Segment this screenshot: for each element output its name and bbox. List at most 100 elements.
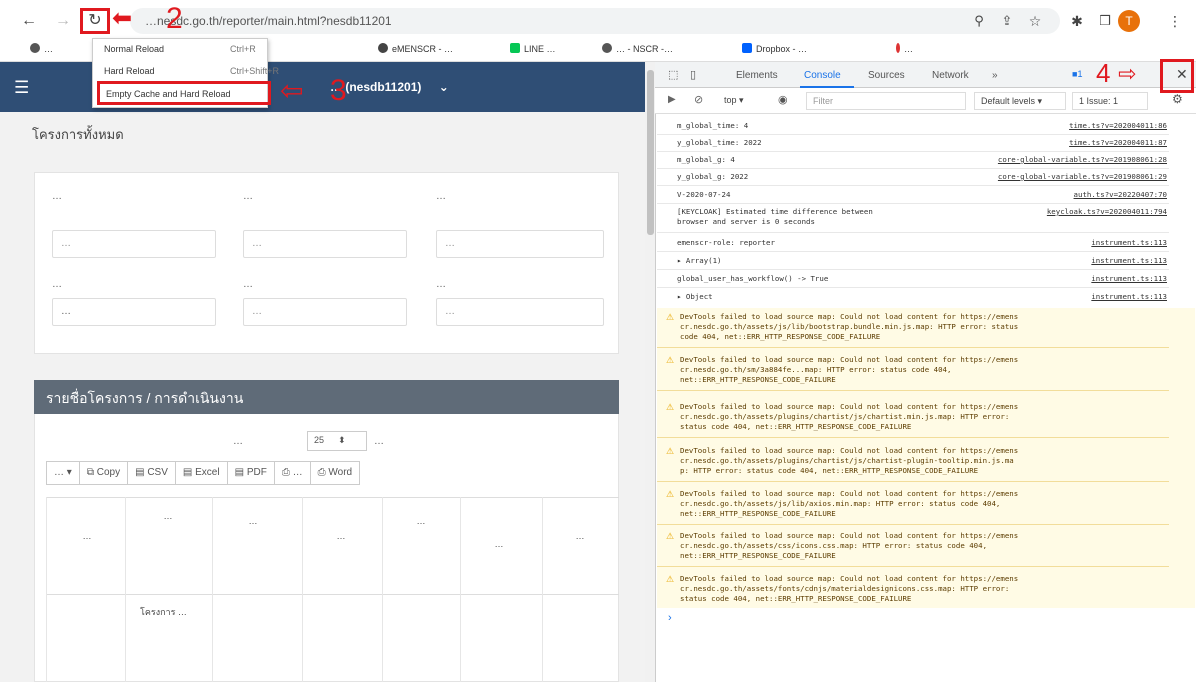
share-icon[interactable]: ⇪ <box>996 10 1018 32</box>
annotation-number-4: 4 <box>1096 58 1111 88</box>
bookmark-label: … - NSCR -… <box>616 44 673 54</box>
column-header[interactable]: … <box>130 510 206 522</box>
csv-label: CSV <box>147 467 168 478</box>
back-arrow-icon[interactable]: ← <box>18 10 40 32</box>
context-selector[interactable]: top ▾ <box>724 95 744 106</box>
issues-badge[interactable]: ■1 <box>1072 69 1082 79</box>
log-divider <box>657 269 1169 270</box>
page-length-select[interactable]: 25 ⬍ <box>307 431 367 451</box>
console-source-link[interactable]: auth.ts?v=20220407:70 <box>992 190 1167 199</box>
column-visibility-button[interactable]: … ▾ <box>46 461 80 485</box>
pdf-label: PDF <box>246 467 267 478</box>
menu-item-hard-reload[interactable]: Hard Reload <box>104 66 155 76</box>
log-divider <box>657 437 1169 438</box>
bookmark-item[interactable]: … <box>896 43 913 54</box>
forward-arrow-icon[interactable]: → <box>52 10 74 32</box>
warning-icon: ⚠ <box>666 489 675 499</box>
hamburger-menu-icon[interactable]: ☰ <box>14 78 29 98</box>
pdf-button[interactable]: ▤ PDF <box>226 461 275 485</box>
console-source-link[interactable]: instrument.ts:113 <box>992 292 1167 301</box>
print-button[interactable]: ⎙ … <box>273 461 311 485</box>
filter-input[interactable]: … <box>243 298 407 326</box>
column-header[interactable]: … <box>545 530 615 542</box>
annotation-arrow-left: ⇦ <box>280 75 304 106</box>
filter-input[interactable]: … <box>436 230 604 258</box>
export-button-group: … ▾ ⧉ Copy ▤ CSV ▤ Excel ▤ PDF ⎙ … ⎙ Wor… <box>46 461 361 485</box>
bookmark-item[interactable]: Dropbox - … <box>742 43 807 54</box>
log-divider <box>657 390 1169 391</box>
menu-item-normal-reload[interactable]: Normal Reload <box>104 44 164 54</box>
column-header[interactable]: … <box>218 515 288 527</box>
filter-select[interactable]: … <box>243 230 407 258</box>
extensions-icon[interactable]: ✱ <box>1066 10 1088 32</box>
table-divider <box>212 497 213 682</box>
warning-icon: ⚠ <box>666 446 675 456</box>
tab-network[interactable]: Network <box>932 70 969 81</box>
star-bookmark-icon[interactable]: ☆ <box>1024 10 1046 32</box>
column-header[interactable]: … <box>464 538 534 550</box>
warning-line: cr.nesdc.go.th/assets/js/lib/axios.min.m… <box>680 499 1001 508</box>
more-tabs-icon[interactable]: » <box>992 70 998 81</box>
log-divider <box>657 134 1169 135</box>
device-toolbar-icon[interactable]: ▯ <box>690 68 696 81</box>
warning-line: DevTools failed to load source map: Coul… <box>680 489 1019 498</box>
warning-line: DevTools failed to load source map: Coul… <box>680 312 1019 321</box>
warning-line: cr.nesdc.go.th/assets/css/icons.css.map:… <box>680 541 988 550</box>
inspect-element-icon[interactable]: ⬚ <box>668 68 678 81</box>
warning-line: cr.nesdc.go.th/assets/js/lib/bootstrap.b… <box>680 322 1019 331</box>
filter-select[interactable]: … <box>436 298 604 326</box>
copy-button[interactable]: ⧉ Copy <box>78 461 129 485</box>
console-source-link[interactable]: time.ts?v=202004011:87 <box>992 138 1167 147</box>
navbar-title[interactable]: … (nesdb11201) ⌄ <box>330 80 449 94</box>
csv-button[interactable]: ▤ CSV <box>127 461 176 485</box>
console-source-link[interactable]: core-global-variable.ts?v=201908061:29 <box>992 172 1167 181</box>
console-prompt[interactable]: › <box>668 612 672 624</box>
warning-line: DevTools failed to load source map: Coul… <box>680 355 1019 364</box>
globe-icon <box>378 43 388 53</box>
bookmark-item[interactable]: … - NSCR -… <box>602 43 673 54</box>
console-source-link[interactable]: time.ts?v=202004011:86 <box>992 121 1167 130</box>
filter-select[interactable]: … <box>52 298 216 326</box>
file-icon: ▤ <box>135 467 148 478</box>
filter-select[interactable]: … <box>52 230 216 258</box>
log-divider <box>657 185 1169 186</box>
console-source-link[interactable]: core-global-variable.ts?v=201908061:28 <box>992 155 1167 164</box>
excel-button[interactable]: ▤ Excel <box>174 461 228 485</box>
page-title: โครงการทั้งหมด <box>32 127 124 142</box>
tab-console[interactable]: Console <box>804 70 841 81</box>
word-button[interactable]: ⎙ Word <box>309 461 361 485</box>
issues-button[interactable]: 1 Issue: 1 <box>1072 92 1148 110</box>
bookmark-item[interactable]: eMENSCR - … <box>378 43 453 54</box>
warning-line: cr.nesdc.go.th/sm/3a884fe...map: HTTP er… <box>680 365 952 374</box>
log-levels-select[interactable]: Default levels ▾ <box>974 92 1066 110</box>
console-source-link[interactable]: instrument.ts:113 <box>992 256 1167 265</box>
bookmark-item[interactable]: … <box>30 43 53 54</box>
gear-icon[interactable]: ⚙ <box>1172 92 1183 106</box>
page-scrollbar-thumb[interactable] <box>647 70 654 235</box>
warning-line: net::ERR_HTTP_RESPONSE_CODE_FAILURE <box>680 509 836 518</box>
tab-sources[interactable]: Sources <box>868 70 905 81</box>
console-source-link[interactable]: keycloak.ts?v=202004011:794 <box>992 207 1167 216</box>
sidepanel-icon[interactable]: ❒ <box>1094 10 1116 32</box>
excel-label: Excel <box>195 467 220 478</box>
search-icon[interactable]: ⚲ <box>968 10 990 32</box>
kebab-menu-icon[interactable]: ⋮ <box>1164 10 1186 32</box>
console-source-link[interactable]: instrument.ts:113 <box>992 238 1167 247</box>
filter-label: … <box>243 279 253 290</box>
console-source-link[interactable]: instrument.ts:113 <box>992 274 1167 283</box>
sidebar-toggle-icon[interactable]: ▶ <box>668 94 676 105</box>
bookmark-item[interactable]: LINE … <box>510 43 556 54</box>
console-filter-input[interactable]: Filter <box>806 92 966 110</box>
bookmark-favicon-icon <box>896 43 900 53</box>
clear-console-icon[interactable]: ⊘ <box>694 93 703 106</box>
column-header[interactable]: … <box>52 530 122 542</box>
line-icon <box>510 43 520 53</box>
column-header[interactable]: … <box>302 530 380 542</box>
eye-icon[interactable]: ◉ <box>778 93 788 106</box>
copy-label: Copy <box>96 467 121 478</box>
screenshot-root: { "browser": { "url": "…nesdc.go.th/repo… <box>0 0 1196 682</box>
column-header[interactable]: … <box>386 515 456 527</box>
bookmark-label: eMENSCR - … <box>392 44 454 54</box>
tab-elements[interactable]: Elements <box>736 70 778 81</box>
profile-avatar[interactable]: T <box>1118 10 1140 32</box>
